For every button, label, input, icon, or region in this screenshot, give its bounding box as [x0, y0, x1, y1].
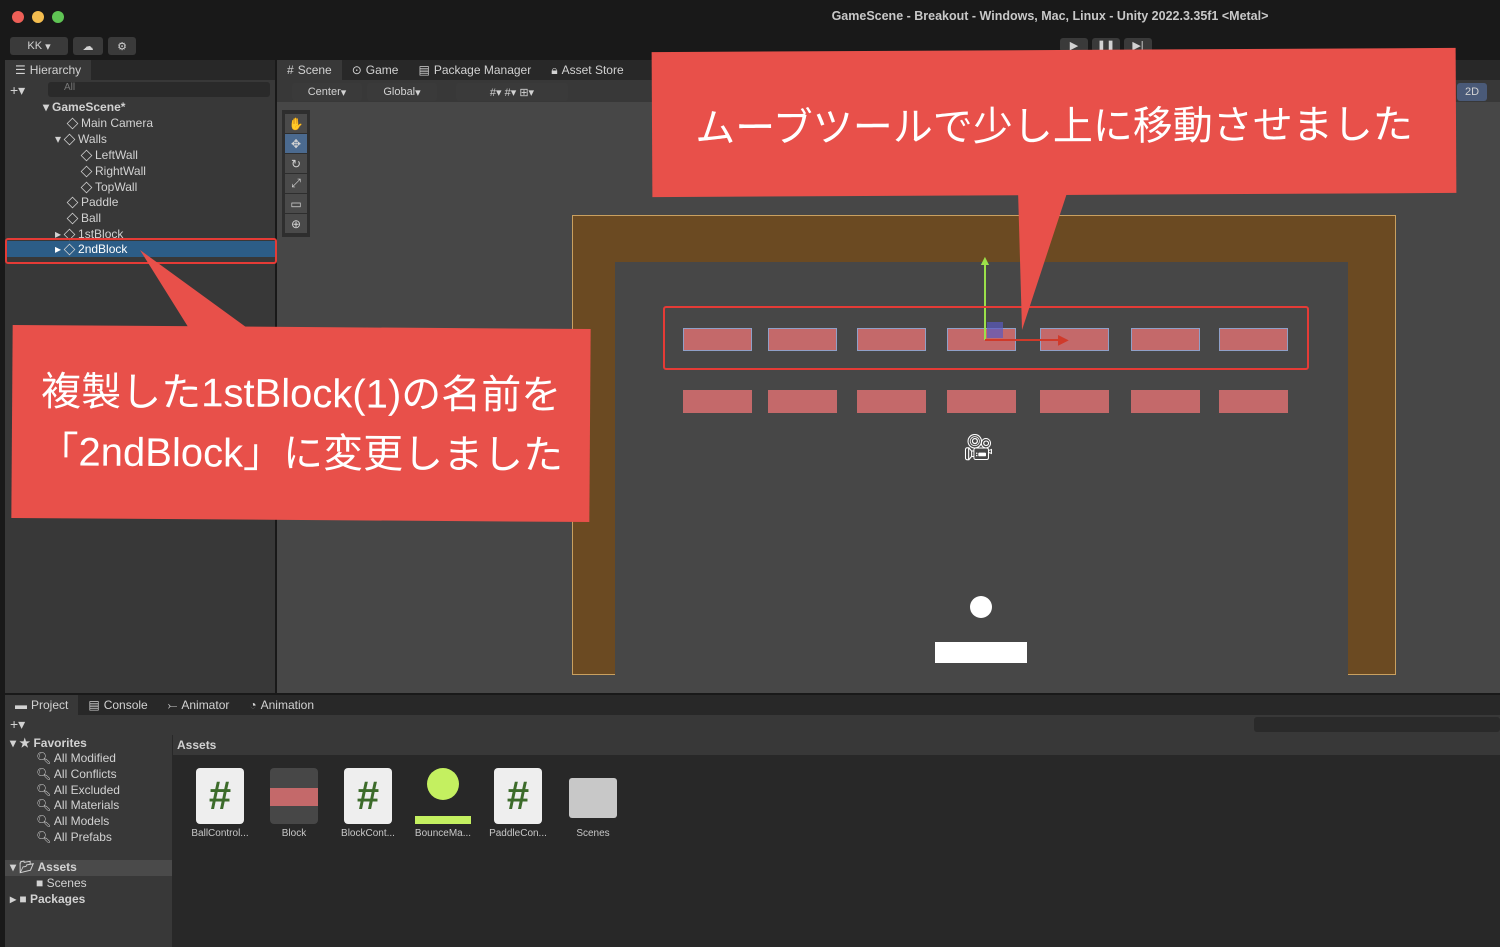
asset-label: PaddleCon... [489, 828, 547, 839]
csharp-script-icon: # [494, 768, 542, 824]
top-callout-pointer [1018, 190, 1068, 330]
fav-label: All Prefabs [53, 830, 112, 844]
csharp-script-icon: # [344, 768, 392, 824]
assets-label: Assets [37, 860, 77, 874]
asset-ballcontroller[interactable]: # BallControl... [180, 768, 260, 839]
asset-block-prefab[interactable]: Block [254, 768, 334, 839]
assets-folder[interactable]: ▾ 📂︎ Assets [5, 860, 172, 876]
fav-item[interactable]: 🔍︎ All Models [36, 814, 109, 828]
tab-label: Animator [181, 698, 230, 712]
fav-item[interactable]: 🔍︎ All Materials [36, 798, 119, 812]
tab-label: Console [103, 698, 148, 712]
tab-animation[interactable]: ◔ Animation [239, 695, 324, 715]
asset-label: BounceMa... [414, 828, 472, 839]
csharp-script-icon: # [196, 768, 244, 824]
asset-label: BlockCont... [341, 828, 395, 839]
tab-label: Animation [260, 698, 314, 712]
asset-label: Block [281, 828, 307, 839]
packages-folder[interactable]: ▸ ■ Packages [10, 892, 85, 906]
fav-label: All Modified [53, 751, 116, 765]
favorites-label: Favorites [33, 736, 87, 750]
scenes-folder[interactable]: ■ Scenes [36, 876, 87, 890]
fav-label: All Excluded [53, 783, 120, 797]
tab-project[interactable]: ▬ Project [5, 695, 79, 715]
asset-paddlecontroller[interactable]: # PaddleCon... [478, 768, 558, 839]
left-callout-pointer [140, 250, 250, 330]
fav-label: All Conflicts [53, 767, 117, 781]
fav-item[interactable]: 🔍︎ All Conflicts [36, 767, 117, 781]
asset-blockcontroller[interactable]: # BlockCont... [328, 768, 408, 839]
favorites-header[interactable]: ▾ ★ Favorites [10, 736, 87, 750]
fav-item[interactable]: 🔍︎ All Modified [36, 751, 116, 765]
asset-scenes-folder[interactable]: Scenes [553, 768, 633, 839]
tab-label: Project [31, 698, 69, 712]
top-callout: ムーブツールで少し上に移動させました [651, 47, 1457, 198]
tab-console[interactable]: ▤ Console [78, 695, 157, 715]
create-asset-button[interactable]: +▾ [10, 716, 25, 733]
fav-item[interactable]: 🔍︎ All Excluded [36, 783, 120, 797]
prefab-thumbnail [270, 768, 318, 824]
fav-item[interactable]: 🔍︎ All Prefabs [36, 830, 112, 844]
fav-label: All Models [53, 814, 110, 828]
fav-label: All Materials [53, 798, 120, 812]
asset-bouncematerial[interactable]: BounceMa... [403, 768, 483, 839]
project-search-input[interactable] [1254, 717, 1500, 732]
assets-breadcrumb: Assets [173, 735, 1500, 755]
asset-label: Scenes [576, 828, 610, 839]
tab-animator[interactable]: ⤚ Animator [158, 695, 240, 715]
left-callout-line1: 複製した1stBlock(1)の名前を [41, 369, 562, 418]
left-callout: 複製した1stBlock(1)の名前を 「2ndBlock」に変更しました [11, 324, 591, 523]
physics-material-icon [415, 768, 471, 824]
left-callout-line2: 「2ndBlock」に変更しました [38, 429, 564, 478]
asset-label: BallControl... [191, 828, 249, 839]
bottom-tabs: ▬ Project ▤ Console ⤚ Animator ◔ Animati… [5, 695, 1500, 715]
scenes-label: Scenes [46, 876, 87, 890]
packages-label: Packages [29, 892, 86, 906]
folder-icon [569, 768, 617, 824]
